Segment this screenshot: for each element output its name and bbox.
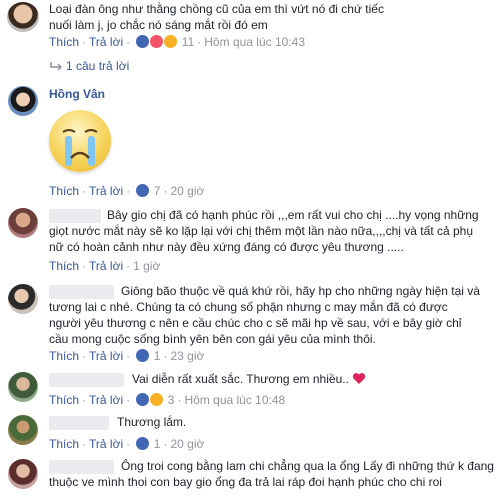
crying-emoji-sticker	[49, 110, 111, 172]
comment-time[interactable]: Hôm qua lúc 10:43	[204, 35, 305, 49]
like-button[interactable]: Thích	[49, 393, 79, 407]
comment-actions: Thích · Trả lời · 1 · 23 giờ	[49, 349, 205, 363]
wow-reaction-icon[interactable]	[150, 393, 164, 406]
commenter-name-redacted	[49, 373, 124, 387]
comment-actions: Thích · Trả lời · 11 · Hôm qua lúc 10:43	[49, 35, 305, 49]
sad-reaction-icon[interactable]	[164, 35, 178, 48]
reply-button[interactable]: Trả lời	[89, 259, 123, 273]
reply-arrow-icon	[50, 62, 63, 71]
commenter-avatar[interactable]	[8, 86, 38, 116]
view-replies-link[interactable]: 1 câu trả lời	[66, 59, 129, 73]
reply-button[interactable]: Trả lời	[89, 349, 123, 363]
comment-text: Thương lắm.	[117, 415, 187, 429]
reaction-count[interactable]: 11	[182, 35, 194, 49]
comment-text: Ông troi cong bằng lam chi chẳng qua la …	[49, 459, 494, 489]
commenter-avatar[interactable]	[8, 284, 38, 314]
comment-time[interactable]: 20 giờ	[170, 437, 204, 451]
love-reaction-icon[interactable]	[150, 35, 164, 48]
commenter-avatar[interactable]	[8, 372, 38, 402]
like-button[interactable]: Thích	[49, 349, 79, 363]
comment-text: Giông bão thuộc về quá khứ rồi, hãy hp c…	[49, 284, 480, 346]
comment-time[interactable]: 23 giờ	[170, 349, 204, 363]
comment-text: Loại đàn ông như thằng chồng cũ của em t…	[49, 2, 384, 32]
comment-actions: Thích · Trả lời · 1 · 20 giờ	[49, 437, 205, 451]
like-reaction-icon[interactable]	[136, 349, 150, 362]
comment-time[interactable]: Hôm qua lúc 10:48	[184, 393, 285, 407]
comment-time[interactable]: 1 giờ	[133, 259, 160, 273]
reply-button[interactable]: Trả lời	[89, 437, 123, 451]
like-reaction-icon[interactable]	[136, 184, 150, 197]
reply-button[interactable]: Trả lời	[89, 393, 123, 407]
commenter-name-redacted	[49, 416, 109, 430]
like-button[interactable]: Thích	[49, 259, 79, 273]
commenter-avatar[interactable]	[8, 208, 38, 238]
commenter-avatar[interactable]	[8, 459, 38, 489]
comment-text: Bây gio chị đã có hạnh phúc rồi ,,,em rấ…	[49, 208, 479, 254]
heart-emoji-icon	[353, 373, 366, 384]
reply-button[interactable]: Trả lời	[89, 35, 123, 49]
commenter-avatar[interactable]	[7, 2, 39, 32]
commenter-avatar[interactable]	[8, 415, 38, 445]
comment-actions: Thích · Trả lời · 3 · Hôm qua lúc 10:48	[49, 393, 286, 407]
comment-text: Vai diễn rất xuất sắc. Thương em nhiều..	[132, 371, 366, 387]
like-reaction-icon[interactable]	[136, 35, 150, 48]
like-button[interactable]: Thích	[49, 437, 79, 451]
like-reaction-icon[interactable]	[136, 393, 150, 406]
like-button[interactable]: Thích	[49, 184, 79, 198]
comment-actions: Thích · Trả lời · 7 · 20 giờ	[49, 184, 205, 198]
comment-actions: Thích · Trả lời · 1 giờ	[49, 259, 161, 273]
commenter-name[interactable]: Hồng Vân	[49, 87, 105, 101]
like-button[interactable]: Thích	[49, 35, 79, 49]
reply-button[interactable]: Trả lời	[89, 184, 123, 198]
like-reaction-icon[interactable]	[136, 437, 150, 450]
comment-time[interactable]: 20 giờ	[170, 184, 204, 198]
